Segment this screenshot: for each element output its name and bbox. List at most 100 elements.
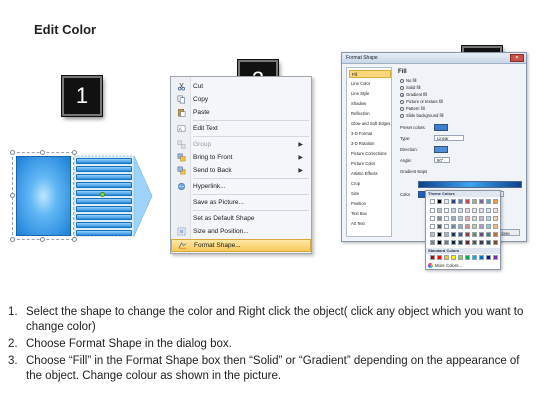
color-swatch[interactable] [486,224,491,229]
angle-input[interactable]: 90° [434,157,450,163]
color-swatch[interactable] [486,199,491,204]
color-swatch[interactable] [437,199,442,204]
radio-slide-background-fill[interactable] [400,114,404,118]
color-swatch[interactable] [458,232,463,237]
resize-handle[interactable] [40,237,45,242]
color-swatch[interactable] [458,224,463,229]
color-swatch[interactable] [458,199,463,204]
radio-picture-fill[interactable] [400,100,404,104]
type-select[interactable]: Linear [434,135,464,141]
color-swatch[interactable] [444,199,449,204]
sidebar-item-size[interactable]: Size [349,190,391,198]
menu-item-copy[interactable]: Copy [171,93,311,106]
color-swatch[interactable] [493,208,498,213]
color-swatch[interactable] [493,240,498,245]
sidebar-item-line-color[interactable]: Line Color [349,80,391,88]
blue-rectangle-shape[interactable] [16,156,71,236]
color-swatch[interactable] [451,240,456,245]
color-swatch[interactable] [430,216,435,221]
standard-color-swatch[interactable] [430,255,435,260]
color-swatch[interactable] [472,224,477,229]
sidebar-item-artistic-effects[interactable]: Artistic Effects [349,170,391,178]
resize-handle[interactable] [10,237,15,242]
sidebar-item-picture-corrections[interactable]: Picture Corrections [349,150,391,158]
color-swatch[interactable] [472,199,477,204]
color-swatch[interactable] [458,216,463,221]
color-swatch[interactable] [444,232,449,237]
color-swatch[interactable] [486,240,491,245]
menu-item-send-to-back[interactable]: Send to Back ▶ [171,164,311,177]
color-swatch[interactable] [493,216,498,221]
color-swatch[interactable] [444,216,449,221]
menu-item-format-shape[interactable]: Format Shape... [171,239,311,252]
color-swatch[interactable] [472,240,477,245]
color-swatch[interactable] [465,208,470,213]
sidebar-item-position[interactable]: Position [349,200,391,208]
color-swatch[interactable] [493,199,498,204]
color-swatch[interactable] [437,240,442,245]
color-swatch[interactable] [472,208,477,213]
menu-item-paste[interactable]: Paste [171,106,311,119]
color-swatch[interactable] [451,216,456,221]
close-icon[interactable]: ✕ [510,54,524,62]
resize-handle[interactable] [10,150,15,155]
menu-item-cut[interactable]: Cut [171,80,311,93]
color-swatch[interactable] [479,216,484,221]
color-swatch[interactable] [437,224,442,229]
color-swatch[interactable] [493,224,498,229]
standard-color-swatch[interactable] [444,255,449,260]
sidebar-item-3d-format[interactable]: 3-D Format [349,130,391,138]
menu-item-save-as-picture[interactable]: Save as Picture... [171,196,311,209]
color-swatch[interactable] [465,232,470,237]
sidebar-item-picture-color[interactable]: Picture Color [349,160,391,168]
color-swatch[interactable] [437,208,442,213]
resize-handle[interactable] [40,150,45,155]
sidebar-item-alt-text[interactable]: Alt Text [349,220,391,228]
color-swatch[interactable] [451,208,456,213]
color-swatch[interactable] [479,224,484,229]
standard-color-swatch[interactable] [486,255,491,260]
color-swatch[interactable] [430,208,435,213]
sidebar-item-text-box[interactable]: Text Box [349,210,391,218]
radio-no-fill[interactable] [400,79,404,83]
more-colors-button[interactable]: More Colors... [428,263,462,268]
gradient-stops-bar[interactable] [418,181,522,188]
color-swatch[interactable] [437,232,442,237]
color-swatch[interactable] [458,240,463,245]
menu-item-hyperlink[interactable]: Hyperlink... [171,180,311,193]
resize-handle[interactable] [72,237,77,242]
color-swatch[interactable] [430,199,435,204]
radio-solid-fill[interactable] [400,86,404,90]
color-swatch[interactable] [465,240,470,245]
resize-handle[interactable] [10,193,15,198]
color-swatch[interactable] [451,199,456,204]
color-swatch[interactable] [479,232,484,237]
direction-dropdown[interactable] [434,146,448,153]
standard-color-swatch[interactable] [458,255,463,260]
standard-color-swatch[interactable] [472,255,477,260]
menu-item-size-and-position[interactable]: Size and Position... [171,225,311,238]
color-swatch[interactable] [444,240,449,245]
rotation-handle[interactable] [100,192,105,197]
color-swatch[interactable] [465,216,470,221]
sidebar-item-fill[interactable]: Fill [349,70,391,78]
standard-color-swatch[interactable] [437,255,442,260]
color-swatch[interactable] [486,216,491,221]
radio-gradient-fill[interactable] [400,93,404,97]
menu-item-edit-text[interactable]: A Edit Text [171,122,311,135]
color-swatch[interactable] [486,208,491,213]
color-swatch[interactable] [479,199,484,204]
color-swatch[interactable] [479,240,484,245]
color-swatch[interactable] [479,208,484,213]
menu-item-bring-to-front[interactable]: Bring to Front ▶ [171,151,311,164]
color-swatch[interactable] [465,199,470,204]
color-swatch[interactable] [451,224,456,229]
color-swatch[interactable] [486,232,491,237]
color-swatch[interactable] [465,224,470,229]
standard-color-swatch[interactable] [451,255,456,260]
color-swatch[interactable] [444,208,449,213]
standard-color-swatch[interactable] [493,255,498,260]
menu-item-set-default-shape[interactable]: Set as Default Shape [171,212,311,225]
color-swatch[interactable] [444,224,449,229]
color-swatch[interactable] [437,216,442,221]
